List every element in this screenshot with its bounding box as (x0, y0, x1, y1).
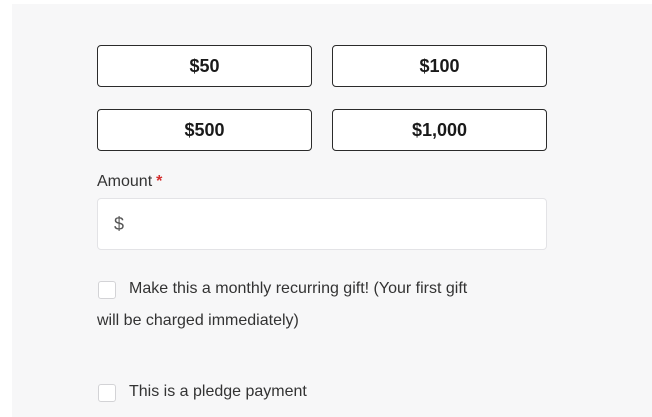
pledge-payment-checkbox[interactable] (98, 384, 116, 402)
amount-field: $ (97, 198, 547, 250)
pledge-payment-label: This is a pledge payment (129, 383, 307, 400)
monthly-recurring-checkbox[interactable] (98, 281, 116, 299)
amount-input[interactable] (124, 198, 546, 250)
monthly-recurring-label-line2: will be charged immediately) (97, 312, 299, 329)
amount-100-button[interactable]: $100 (332, 45, 547, 87)
amount-label: Amount * (97, 173, 162, 191)
required-marker: * (156, 173, 163, 190)
monthly-recurring-label-line1: Make this a monthly recurring gift! (You… (129, 280, 468, 297)
currency-symbol: $ (114, 213, 125, 234)
amount-1000-button[interactable]: $1,000 (332, 109, 547, 151)
amount-label-text: Amount (97, 173, 153, 190)
amount-50-button[interactable]: $50 (97, 45, 312, 87)
amount-500-button[interactable]: $500 (97, 109, 312, 151)
